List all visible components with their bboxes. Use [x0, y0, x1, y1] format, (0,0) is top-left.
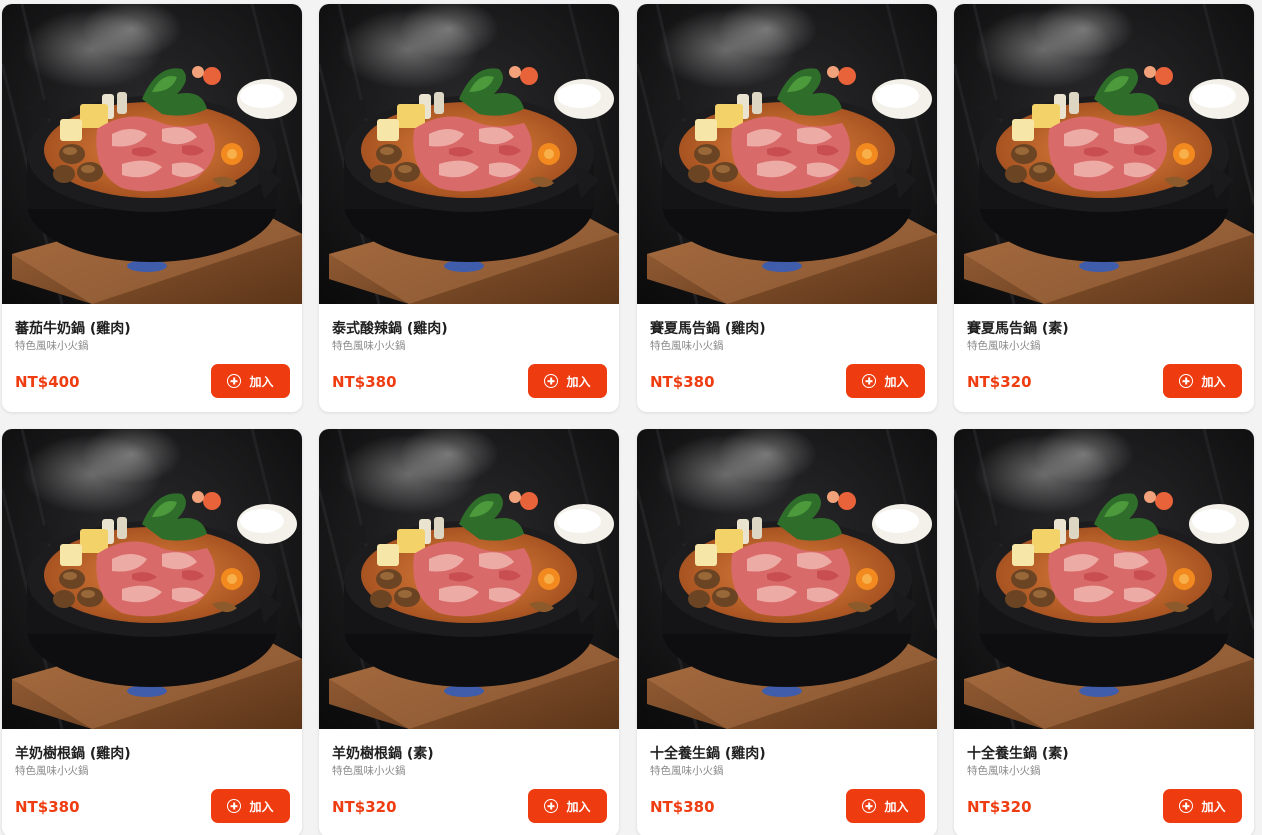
plus-circle-icon — [227, 374, 242, 388]
hot-pot-photo — [954, 429, 1254, 729]
product-price: NT$320 — [332, 798, 397, 816]
hot-pot-photo — [954, 4, 1254, 304]
plus-circle-icon — [227, 799, 242, 813]
add-button-label: 加入 — [1201, 799, 1226, 814]
add-to-cart-button[interactable]: 加入 — [1163, 364, 1242, 398]
product-name: 羊奶樹根鍋 (雞肉) — [15, 746, 131, 762]
product-card[interactable]: 蕃茄牛奶鍋 (雞肉) 特色風味小火鍋 NT$400 加入 — [2, 4, 302, 412]
product-grid: 蕃茄牛奶鍋 (雞肉) 特色風味小火鍋 NT$400 加入 泰式酸辣鍋 (雞肉) … — [0, 0, 1262, 835]
product-card[interactable]: 羊奶樹根鍋 (素) 特色風味小火鍋 NT$320 加入 — [319, 429, 619, 835]
plus-circle-icon — [862, 374, 877, 388]
plus-circle-icon — [1179, 374, 1194, 388]
product-card[interactable]: 賽夏馬告鍋 (素) 特色風味小火鍋 NT$320 加入 — [954, 4, 1254, 412]
product-name: 十全養生鍋 (雞肉) — [650, 746, 766, 762]
product-card[interactable]: 賽夏馬告鍋 (雞肉) 特色風味小火鍋 NT$380 加入 — [637, 4, 937, 412]
hot-pot-photo — [637, 429, 937, 729]
hot-pot-photo — [2, 429, 302, 729]
add-to-cart-button[interactable]: 加入 — [1163, 789, 1242, 823]
add-button-label: 加入 — [249, 374, 274, 389]
product-price: NT$320 — [967, 373, 1032, 391]
product-card[interactable]: 羊奶樹根鍋 (雞肉) 特色風味小火鍋 NT$380 加入 — [2, 429, 302, 835]
add-button-label: 加入 — [884, 374, 909, 389]
hot-pot-photo — [319, 4, 619, 304]
product-description: 特色風味小火鍋 — [650, 340, 724, 352]
add-to-cart-button[interactable]: 加入 — [528, 789, 607, 823]
product-price: NT$380 — [650, 373, 715, 391]
plus-circle-icon — [862, 799, 877, 813]
product-description: 特色風味小火鍋 — [15, 765, 89, 777]
product-name: 蕃茄牛奶鍋 (雞肉) — [15, 321, 131, 337]
product-card[interactable]: 十全養生鍋 (雞肉) 特色風味小火鍋 NT$380 加入 — [637, 429, 937, 835]
add-to-cart-button[interactable]: 加入 — [846, 364, 925, 398]
hot-pot-photo — [2, 4, 302, 304]
hot-pot-photo — [637, 4, 937, 304]
product-price: NT$380 — [650, 798, 715, 816]
add-to-cart-button[interactable]: 加入 — [211, 789, 290, 823]
product-price: NT$400 — [15, 373, 80, 391]
add-button-label: 加入 — [566, 374, 591, 389]
product-description: 特色風味小火鍋 — [967, 765, 1041, 777]
product-card[interactable]: 十全養生鍋 (素) 特色風味小火鍋 NT$320 加入 — [954, 429, 1254, 835]
product-price: NT$320 — [967, 798, 1032, 816]
plus-circle-icon — [544, 374, 559, 388]
product-price: NT$380 — [15, 798, 80, 816]
product-description: 特色風味小火鍋 — [15, 340, 89, 352]
add-button-label: 加入 — [1201, 374, 1226, 389]
add-to-cart-button[interactable]: 加入 — [528, 364, 607, 398]
add-button-label: 加入 — [884, 799, 909, 814]
add-to-cart-button[interactable]: 加入 — [211, 364, 290, 398]
product-name: 十全養生鍋 (素) — [967, 746, 1069, 762]
add-to-cart-button[interactable]: 加入 — [846, 789, 925, 823]
plus-circle-icon — [1179, 799, 1194, 813]
product-name: 賽夏馬告鍋 (雞肉) — [650, 321, 766, 337]
product-name: 賽夏馬告鍋 (素) — [967, 321, 1069, 337]
product-description: 特色風味小火鍋 — [332, 340, 406, 352]
add-button-label: 加入 — [566, 799, 591, 814]
product-card[interactable]: 泰式酸辣鍋 (雞肉) 特色風味小火鍋 NT$380 加入 — [319, 4, 619, 412]
product-price: NT$380 — [332, 373, 397, 391]
product-name: 泰式酸辣鍋 (雞肉) — [332, 321, 448, 337]
plus-circle-icon — [544, 799, 559, 813]
product-name: 羊奶樹根鍋 (素) — [332, 746, 434, 762]
hot-pot-photo — [319, 429, 619, 729]
product-description: 特色風味小火鍋 — [967, 340, 1041, 352]
product-description: 特色風味小火鍋 — [650, 765, 724, 777]
add-button-label: 加入 — [249, 799, 274, 814]
product-description: 特色風味小火鍋 — [332, 765, 406, 777]
